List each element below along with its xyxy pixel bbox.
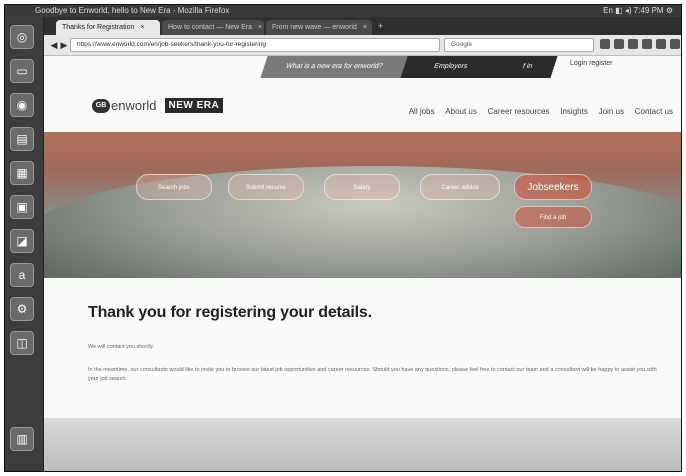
logo-name: enworld	[111, 98, 157, 113]
system-tray[interactable]: En ◧ ◂) 7:49 PM ⚙	[603, 5, 673, 17]
hero-button-search-jobs[interactable]: Search jobs	[136, 174, 212, 200]
new-era-link[interactable]: What is a new era for enworld?	[260, 56, 408, 78]
download-icon[interactable]	[628, 39, 638, 49]
library-icon[interactable]	[614, 39, 624, 49]
hero-button-career-advice[interactable]: Career advice	[420, 174, 500, 200]
browser-icon[interactable]: ◉	[10, 93, 34, 117]
tab-label: How to contact — New Era	[168, 24, 253, 31]
hero-button-submit-resume[interactable]: Submit resume	[228, 174, 304, 200]
close-tab-icon[interactable]: ×	[258, 24, 262, 31]
browser-window: Thanks for Registration × How to contact …	[44, 17, 681, 471]
info-paragraph: In the meantime, our consultants would l…	[88, 367, 657, 382]
tab-new-wave[interactable]: From new wave — enworld ×	[266, 20, 372, 35]
navigation-toolbar: ◀ ▶ https://www.enworld.com/en/job-seeke…	[44, 35, 681, 56]
settings-icon[interactable]: ⚙	[10, 297, 34, 321]
nav-career-resources[interactable]: Career resources	[488, 107, 550, 116]
logo-mark: GB	[92, 98, 110, 113]
launcher: ◎ ▭ ◉ ▤ ▦ ▣ ◪ a ⚙ ◫ ▥	[5, 17, 44, 471]
hero-button-find-job[interactable]: Find a job	[514, 206, 592, 228]
new-era-badge: NEW ERA	[164, 98, 224, 113]
bookmark-icon[interactable]	[600, 39, 610, 49]
tab-thanks-registration[interactable]: Thanks for Registration ×	[56, 20, 160, 35]
confirmation-content: Thank you for registering your details. …	[44, 278, 681, 418]
confirmation-text: We will contact you shortly.	[88, 344, 154, 350]
presentation-icon[interactable]: ▣	[10, 195, 34, 219]
tab-label: From new wave — enworld	[272, 24, 357, 31]
web-page: What is a new era for enworld? Employers…	[44, 56, 681, 471]
trash-icon[interactable]: ▥	[10, 427, 34, 451]
amazon-icon[interactable]: a	[10, 263, 34, 287]
spreadsheet-icon[interactable]: ▦	[10, 161, 34, 185]
nav-insights[interactable]: Insights	[560, 107, 588, 116]
home-icon[interactable]	[642, 39, 652, 49]
tab-contact-new-era[interactable]: How to contact — New Era ×	[162, 20, 264, 35]
nav-about-us[interactable]: About us	[445, 107, 477, 116]
extension-icon[interactable]	[656, 39, 666, 49]
main-navigation: All jobs About us Career resources Insig…	[401, 106, 673, 117]
workspaces-icon[interactable]: ◫	[10, 331, 34, 355]
hero-button-salary[interactable]: Salary	[324, 174, 400, 200]
document-icon[interactable]: ▤	[10, 127, 34, 151]
nav-contact-us[interactable]: Contact us	[635, 107, 673, 116]
menu-icon[interactable]	[670, 39, 680, 49]
forward-icon[interactable]: ▶	[58, 39, 70, 51]
site-logo[interactable]: GB enworld NEW ERA	[92, 98, 224, 114]
tab-strip: Thanks for Registration × How to contact …	[44, 17, 681, 35]
social-icons[interactable]: f in	[519, 56, 535, 78]
employers-bar: Employers f in	[400, 56, 558, 78]
hero-button-jobseekers[interactable]: Jobseekers	[514, 174, 592, 200]
window-title: Goodbye to Enworld, hello to New Era - M…	[35, 6, 230, 15]
search-bar[interactable]: Google	[444, 38, 594, 52]
close-tab-icon[interactable]: ×	[140, 24, 144, 31]
utility-bar: What is a new era for enworld? Employers…	[260, 56, 681, 78]
tab-label: Thanks for Registration	[62, 24, 135, 31]
footer-band	[44, 418, 681, 471]
login-register-link[interactable]: Login register	[570, 60, 612, 67]
hero-banner: Search jobs Submit resume Salary Career …	[44, 132, 681, 278]
url-bar[interactable]: https://www.enworld.com/en/job-seekers/t…	[70, 38, 440, 52]
close-tab-icon[interactable]: ×	[363, 24, 367, 31]
software-center-icon[interactable]: ◪	[10, 229, 34, 253]
site-header: GB enworld NEW ERA All jobs About us Caree…	[44, 78, 681, 130]
employers-link[interactable]: Employers	[430, 56, 470, 78]
nav-join-us[interactable]: Join us	[599, 107, 624, 116]
screen-frame: Goodbye to Enworld, hello to New Era - M…	[4, 4, 682, 472]
nav-all-jobs[interactable]: All jobs	[409, 107, 435, 116]
dash-icon[interactable]: ◎	[10, 25, 34, 49]
files-icon[interactable]: ▭	[10, 59, 34, 83]
new-tab-button[interactable]: +	[378, 21, 383, 31]
page-title: Thank you for registering your details.	[88, 304, 372, 321]
os-top-bar: Goodbye to Enworld, hello to New Era - M…	[5, 5, 681, 17]
